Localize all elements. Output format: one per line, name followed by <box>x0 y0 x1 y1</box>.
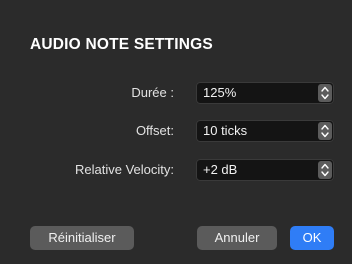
offset-row: Offset: 10 ticks <box>0 120 352 142</box>
stepper-arrows-icon[interactable] <box>318 84 332 102</box>
relative-velocity-row: Relative Velocity: +2 dB <box>0 159 352 181</box>
relative-velocity-label: Relative Velocity: <box>75 162 174 177</box>
chevron-down-icon[interactable] <box>321 171 329 177</box>
chevron-up-icon[interactable] <box>321 163 329 169</box>
cancel-button[interactable]: Annuler <box>197 226 277 250</box>
chevron-up-icon[interactable] <box>321 86 329 92</box>
chevron-up-icon[interactable] <box>321 124 329 130</box>
ok-button[interactable]: OK <box>290 226 334 250</box>
offset-stepper[interactable]: 10 ticks <box>196 120 334 142</box>
offset-label: Offset: <box>135 123 174 138</box>
stepper-arrows-icon[interactable] <box>318 161 332 179</box>
reset-button[interactable]: Réinitialiser <box>30 226 134 250</box>
chevron-down-icon[interactable] <box>321 132 329 138</box>
duration-label: Durée : <box>131 85 174 100</box>
duration-stepper[interactable]: 125% <box>196 82 334 104</box>
dialog-title: AUDIO NOTE SETTINGS <box>30 36 213 53</box>
chevron-down-icon[interactable] <box>321 94 329 100</box>
duration-row: Durée : 125% <box>0 82 352 104</box>
stepper-arrows-icon[interactable] <box>318 122 332 140</box>
relative-velocity-value[interactable]: +2 dB <box>203 162 237 177</box>
relative-velocity-stepper[interactable]: +2 dB <box>196 159 334 181</box>
offset-value[interactable]: 10 ticks <box>203 123 247 138</box>
audio-note-settings-dialog: AUDIO NOTE SETTINGS Durée : 125% Offset:… <box>0 0 352 264</box>
duration-value[interactable]: 125% <box>203 85 236 100</box>
